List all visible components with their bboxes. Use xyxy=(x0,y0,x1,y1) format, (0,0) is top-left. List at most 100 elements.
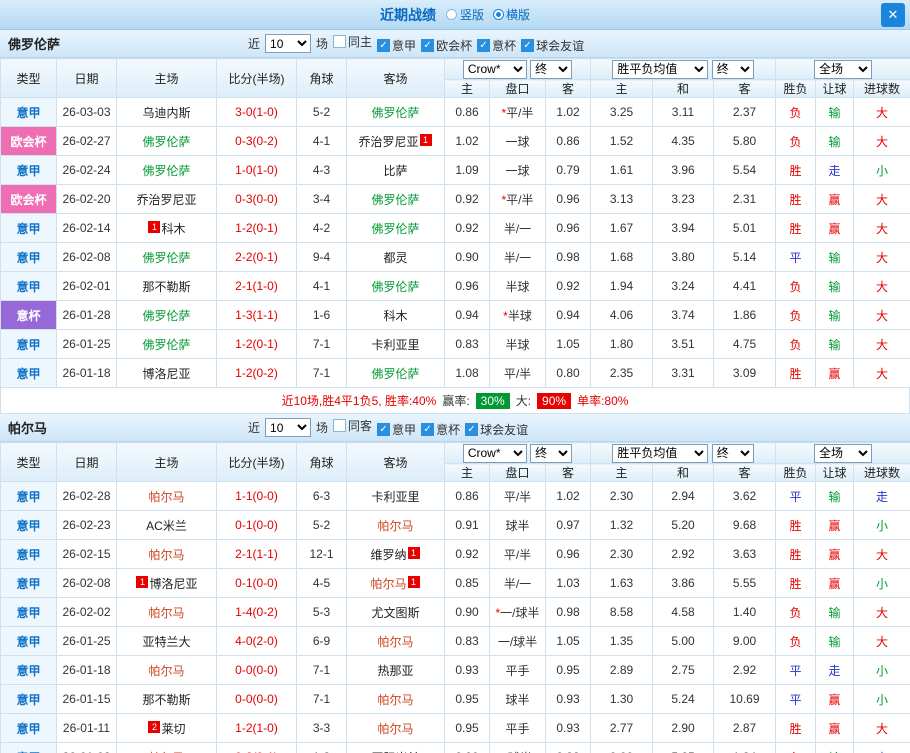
checkbox-unchecked-icon[interactable] xyxy=(333,419,346,432)
date-cell: 26-02-15 xyxy=(57,540,117,569)
date-cell: 26-02-02 xyxy=(57,598,117,627)
filter-checkboxes: 同主✓意甲✓欧会杯✓意杯✓球会友谊 xyxy=(333,33,589,55)
avg-away-cell: 3.62 xyxy=(714,482,776,511)
home-team-cell: 帕尔马 xyxy=(117,482,217,511)
handicap-result-cell: 输 xyxy=(816,627,854,656)
away-team-cell: 科木 xyxy=(347,301,445,330)
date-cell: 26-01-15 xyxy=(57,685,117,714)
league-cell: 意甲 xyxy=(1,714,57,743)
away-team-cell: 卡利亚里 xyxy=(347,330,445,359)
odds-company-select[interactable]: Crow* xyxy=(463,60,527,79)
layout-option-horizontal[interactable]: 横版 xyxy=(494,6,530,23)
match-scope-select[interactable]: 全场 xyxy=(814,444,872,463)
filter-checkbox-意杯[interactable]: ✓意杯 xyxy=(421,421,460,438)
odds-home-cell: 1.02 xyxy=(445,127,490,156)
checkbox-checked-icon[interactable]: ✓ xyxy=(465,423,478,436)
match-count-select[interactable]: 10 xyxy=(265,418,311,437)
filter-checkbox-同客[interactable]: 同客 xyxy=(333,417,372,434)
summary-part: 90% xyxy=(537,393,571,409)
handicap-text: 一/球半 xyxy=(500,606,539,620)
radio-vertical-label: 竖版 xyxy=(460,6,484,23)
away-team-cell: 卡利亚里 xyxy=(347,482,445,511)
match-scope-select[interactable]: 全场 xyxy=(814,60,872,79)
corner-cell: 3-3 xyxy=(297,714,347,743)
avg-draw-cell: 3.51 xyxy=(653,330,714,359)
odds-home-cell: 0.92 xyxy=(445,540,490,569)
avg-away-cell: 5.01 xyxy=(714,214,776,243)
odds-time-select[interactable]: 终 xyxy=(530,444,572,463)
date-cell: 26-01-28 xyxy=(57,301,117,330)
league-cell: 意甲 xyxy=(1,656,57,685)
handicap-cell: 平手 xyxy=(490,714,546,743)
result-cell: 平 xyxy=(776,482,816,511)
popup-title: 近期战绩 xyxy=(380,5,436,25)
avg-draw-cell: 3.31 xyxy=(653,359,714,388)
handicap-text: 平/半 xyxy=(506,106,533,120)
corner-cell: 6-9 xyxy=(297,627,347,656)
checkbox-checked-icon[interactable]: ✓ xyxy=(521,39,534,52)
league-cell: 欧会杯 xyxy=(1,185,57,214)
avg-home-cell: 1.30 xyxy=(591,685,653,714)
league-cell: 意甲 xyxy=(1,482,57,511)
goals-result-cell: 小 xyxy=(854,156,910,185)
score-cell: 0-1(0-0) xyxy=(217,569,297,598)
avg-away-cell: 1.86 xyxy=(714,301,776,330)
filter-checkbox-球会友谊[interactable]: ✓球会友谊 xyxy=(465,421,528,438)
filter-checkbox-球会友谊[interactable]: ✓球会友谊 xyxy=(521,37,584,54)
filter-bar: 近 10 场 同客✓意甲✓意杯✓球会友谊 xyxy=(248,414,533,441)
avg-home-cell: 2.77 xyxy=(591,714,653,743)
away-team-cell: 维罗纳1 xyxy=(347,540,445,569)
filter-checkbox-意甲[interactable]: ✓意甲 xyxy=(377,421,416,438)
team-label: 那不勒斯 xyxy=(142,280,190,294)
odds-time-select[interactable]: 终 xyxy=(530,60,572,79)
odds-company-select[interactable]: Crow* xyxy=(463,444,527,463)
team-label: 佛罗伦萨 xyxy=(142,251,190,265)
goals-result-cell: 大 xyxy=(854,98,910,127)
rank-badge: 1 xyxy=(148,221,160,233)
avg-away-cell: 5.54 xyxy=(714,156,776,185)
corner-cell: 4-2 xyxy=(297,214,347,243)
match-count-select[interactable]: 10 xyxy=(265,34,311,53)
checkbox-checked-icon[interactable]: ✓ xyxy=(421,39,434,52)
filter-checkbox-欧会杯[interactable]: ✓欧会杯 xyxy=(421,37,472,54)
radio-unselected-icon[interactable] xyxy=(446,9,457,20)
home-team-cell: 佛罗伦萨 xyxy=(117,243,217,272)
avg-draw-cell: 4.58 xyxy=(653,598,714,627)
avg-type-select[interactable]: 胜平负均值 xyxy=(612,60,708,79)
match-row: 意甲26-01-25亚特兰大4-0(2-0)6-9帕尔马0.83一/球半1.05… xyxy=(1,627,910,656)
team-label: 莱切 xyxy=(161,722,185,736)
checkbox-checked-icon[interactable]: ✓ xyxy=(477,39,490,52)
score-cell: 0-3(0-2) xyxy=(217,127,297,156)
avg-home-cell: 1.61 xyxy=(591,156,653,185)
filter-checkbox-意杯[interactable]: ✓意杯 xyxy=(477,37,516,54)
match-row: 意甲26-01-18博洛尼亚1-2(0-2)7-1佛罗伦萨1.08平/半0.80… xyxy=(1,359,910,388)
date-cell: 26-01-08 xyxy=(57,743,117,753)
avg-time-select[interactable]: 终 xyxy=(712,60,754,79)
radio-selected-icon[interactable] xyxy=(494,10,503,19)
checkbox-checked-icon[interactable]: ✓ xyxy=(377,423,390,436)
checkbox-unchecked-icon[interactable] xyxy=(333,35,346,48)
home-team-cell: 帕尔马 xyxy=(117,540,217,569)
checkbox-checked-icon[interactable]: ✓ xyxy=(421,423,434,436)
layout-option-vertical[interactable]: 竖版 xyxy=(446,6,484,23)
avg-draw-cell: 5.00 xyxy=(653,627,714,656)
filter-checkbox-label: 球会友谊 xyxy=(536,37,584,54)
filter-checkbox-意甲[interactable]: ✓意甲 xyxy=(377,37,416,54)
away-team-cell: 佛罗伦萨 xyxy=(347,185,445,214)
team-label: 佛罗伦萨 xyxy=(142,309,190,323)
goals-result-cell: 小 xyxy=(854,511,910,540)
checkbox-checked-icon[interactable]: ✓ xyxy=(377,39,390,52)
result-cell: 胜 xyxy=(776,156,816,185)
handicap-cell: 一/球半 xyxy=(490,627,546,656)
close-button[interactable]: ✕ xyxy=(881,3,905,27)
away-team-cell: 热那亚 xyxy=(347,656,445,685)
header-avg-draw: 和 xyxy=(653,464,714,482)
avg-type-select[interactable]: 胜平负均值 xyxy=(612,444,708,463)
away-team-cell: 帕尔马 xyxy=(347,511,445,540)
odds-home-cell: 0.92 xyxy=(445,185,490,214)
filter-checkbox-同主[interactable]: 同主 xyxy=(333,33,372,50)
score-cell: 1-3(1-1) xyxy=(217,301,297,330)
odds-away-cell: 0.98 xyxy=(546,743,591,753)
team-name: 帕尔马 xyxy=(8,418,47,437)
avg-time-select[interactable]: 终 xyxy=(712,444,754,463)
